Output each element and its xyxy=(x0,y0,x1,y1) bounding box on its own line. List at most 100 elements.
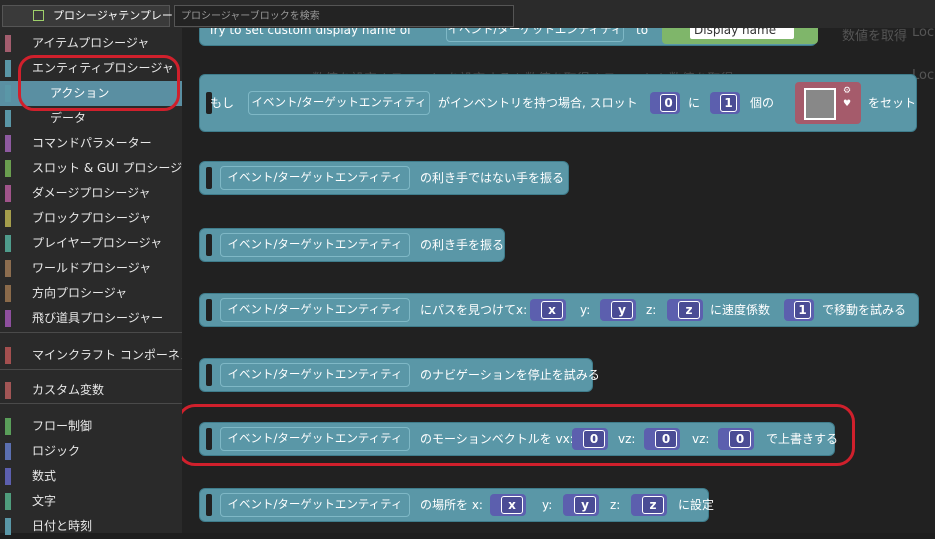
swing-offhand-block[interactable]: イベント/ターゲットエンティティ の利き手ではない手を振る xyxy=(199,161,569,195)
z-label: z: xyxy=(646,303,657,317)
z-input[interactable]: z xyxy=(667,299,703,321)
sidebar-item-label: ワールドプロシージャ xyxy=(32,261,152,275)
sidebar-item[interactable]: ロジック xyxy=(0,439,182,464)
display-name-value[interactable]: Display name xyxy=(690,28,794,39)
x-value[interactable]: x xyxy=(541,301,563,319)
sidebar-item[interactable]: ブロックプロシージャ xyxy=(0,206,182,231)
category-color-swatch xyxy=(5,285,11,302)
entity-input[interactable]: イベント/ターゲットエンティティ xyxy=(220,363,410,387)
sidebar-item[interactable]: 方向プロシージャ xyxy=(0,281,182,306)
category-color-swatch xyxy=(5,85,11,102)
y-value[interactable]: y xyxy=(574,496,596,514)
vz2-input[interactable]: 0 xyxy=(718,428,754,450)
category-color-swatch xyxy=(5,235,11,252)
set-display-name-text: Try to set custom display name of xyxy=(208,28,412,37)
overwrite-label: で上書きする xyxy=(766,432,839,446)
swing-mainhand-block[interactable]: イベント/ターゲットエンティティ の利き手を振る xyxy=(199,228,505,262)
sidebar-item[interactable]: 日付と時刻 xyxy=(0,514,182,539)
set-location-block[interactable]: イベント/ターゲットエンティティ の場所を x: x y: y z: z に設定 xyxy=(199,488,714,522)
quote-open-icon: ❝ xyxy=(672,28,680,37)
sidebar-item-label: アイテムプロシージャ xyxy=(32,36,150,50)
block-notch xyxy=(206,364,212,386)
item-slot[interactable] xyxy=(804,88,836,120)
slot-value[interactable]: 0 xyxy=(660,94,677,112)
stop-navigation-block[interactable]: イベント/ターゲットエンティティ のナビゲーションを停止を試みる xyxy=(199,358,600,392)
x-value[interactable]: x xyxy=(501,496,523,514)
sidebar-item[interactable]: エンティティプロシージャ xyxy=(0,56,182,81)
vx-input[interactable]: 0 xyxy=(572,428,608,450)
procedure-template-tab[interactable]: プロシージャテンプレート xyxy=(2,5,184,27)
item-settings-icon[interactable]: ⚙ xyxy=(843,86,851,96)
set-slot-item-block[interactable]: もし イベント/ターゲットエンティティ がインベントリを持つ場合, スロット 0… xyxy=(199,74,917,132)
entity-input[interactable]: イベント/ターゲットエンティティ xyxy=(446,28,624,42)
vz1-value[interactable]: 0 xyxy=(655,430,677,448)
vx-value[interactable]: 0 xyxy=(583,430,605,448)
sidebar-item[interactable]: ワールドプロシージャ xyxy=(0,256,182,281)
sidebar-item[interactable]: アイテムプロシージャ xyxy=(0,31,182,56)
category-sidebar: アイテムプロシージャエンティティプロシージャ アクション データコマンドパラメーター… xyxy=(0,28,204,535)
set-display-name-block[interactable]: Try to set custom display name of イベント/タ… xyxy=(199,28,818,46)
slot-number-input[interactable]: 0 xyxy=(650,92,680,114)
vz1-input[interactable]: 0 xyxy=(644,428,680,450)
sidebar-item-label: 文字 xyxy=(32,494,57,508)
sidebar-item[interactable]: ダメージプロシージャ xyxy=(0,181,182,206)
sidebar-item-label: 日付と時刻 xyxy=(32,519,93,533)
vz2-value[interactable]: 0 xyxy=(729,430,751,448)
sidebar-item-label: 数式 xyxy=(32,469,57,483)
y-input[interactable]: y xyxy=(600,299,636,321)
if-label: もし xyxy=(210,96,235,110)
entity-input[interactable]: イベント/ターゲットエンティティ xyxy=(220,166,410,190)
sidebar-item[interactable]: マインクラフト コンポーネント xyxy=(0,343,204,368)
sidebar-item-label: ブロックプロシージャ xyxy=(32,211,152,225)
category-color-swatch xyxy=(5,493,11,510)
display-name-text-block[interactable]: ❝ Display name ❞ xyxy=(662,28,818,44)
z-value[interactable]: z xyxy=(642,496,664,514)
ko-label: 個の xyxy=(750,96,775,110)
sidebar-divider xyxy=(0,332,182,333)
sidebar-item[interactable]: 飛び道具プロシージャー xyxy=(0,306,182,331)
category-color-swatch xyxy=(5,135,11,152)
count-number-input[interactable]: 1 xyxy=(710,92,740,114)
sidebar-item-label: コマンドパラメーター xyxy=(32,136,152,150)
sidebar-item[interactable]: コマンドパラメーター xyxy=(0,131,182,156)
item-heart-icon: ♥ xyxy=(843,99,852,109)
sidebar-item[interactable]: データ xyxy=(0,106,182,131)
z-input[interactable]: z xyxy=(631,494,667,516)
x-input[interactable]: x xyxy=(530,299,566,321)
sidebar-item[interactable]: フロー制御 xyxy=(0,414,182,439)
item-block[interactable]: ⚙ ♥ xyxy=(795,82,861,124)
entity-input[interactable]: イベント/ターゲットエンティティ xyxy=(220,298,410,322)
category-color-swatch xyxy=(5,310,11,327)
sidebar-item-label: マインクラフト コンポーネント xyxy=(32,348,204,362)
entity-input[interactable]: イベント/ターゲットエンティティ xyxy=(220,493,410,517)
speed-value[interactable]: 1 xyxy=(794,301,811,319)
sidebar-item[interactable]: 文字 xyxy=(0,489,182,514)
z-value[interactable]: z xyxy=(678,301,700,319)
sidebar-item[interactable]: カスタム変数 xyxy=(0,378,182,403)
y-value[interactable]: y xyxy=(611,301,633,319)
entity-input[interactable]: イベント/ターゲットエンティティ xyxy=(248,91,430,115)
category-color-swatch xyxy=(5,210,11,227)
swing-offhand-label: の利き手ではない手を振る xyxy=(420,171,565,185)
motion-vector-block[interactable]: イベント/ターゲットエンティティ のモーションベクトルを vx: 0 vz: 0… xyxy=(199,422,839,456)
y-label: y: xyxy=(580,303,591,317)
speed-input[interactable]: 1 xyxy=(784,299,814,321)
sidebar-item[interactable]: 数式 xyxy=(0,464,182,489)
block-search-input[interactable] xyxy=(174,5,514,27)
x-input[interactable]: x xyxy=(490,494,526,516)
sidebar-item[interactable]: アクション xyxy=(0,81,182,106)
sidebar-item-label: ダメージプロシージャ xyxy=(32,186,151,200)
entity-input[interactable]: イベント/ターゲットエンティティ xyxy=(220,233,410,257)
sidebar-item[interactable]: スロット & GUI プロシージャ xyxy=(0,156,194,181)
sidebar-item[interactable]: プレイヤープロシージャ xyxy=(0,231,182,256)
block-notch xyxy=(206,494,212,516)
category-color-swatch xyxy=(5,382,11,399)
pathfind-block[interactable]: イベント/ターゲットエンティティ にパスを見つけてx: x y: y z: z … xyxy=(199,293,919,327)
entity-input[interactable]: イベント/ターゲットエンティティ xyxy=(220,427,410,451)
vz2-label: vz: xyxy=(692,432,710,446)
stop-navigation-label: のナビゲーションを停止を試みる xyxy=(420,368,600,382)
count-value[interactable]: 1 xyxy=(720,94,737,112)
sidebar-item-label: プレイヤープロシージャ xyxy=(32,236,163,250)
y-input[interactable]: y xyxy=(563,494,599,516)
block-workspace[interactable]: 数値を取得 Loc 数値を設定 ( スロット を設定する ) 数値を取得 ( ス… xyxy=(182,28,935,533)
